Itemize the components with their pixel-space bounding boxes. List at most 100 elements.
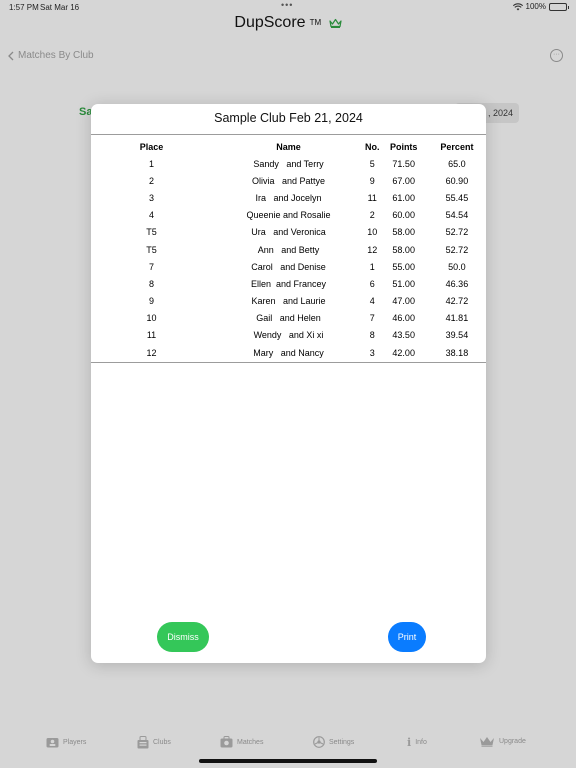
divider [91,134,486,135]
tab-settings-label: Settings [329,738,355,746]
cell-percent: 54.54 [445,210,469,221]
table-row: 4 Queenie and Rosalie 2 60.00 54.54 [91,207,486,224]
table-row: 1 Sandy and Terry 5 71.50 65.0 [91,155,486,172]
cell-no: 5 [369,158,375,169]
modal-title: Sample Club Feb 21, 2024 [214,111,363,125]
cell-place: T5 [146,227,157,238]
tab-players[interactable]: Players [46,736,86,748]
back-label: Matches By Club [18,50,94,61]
cell-place: 10 [146,313,157,324]
cell-points: 55.00 [392,261,415,272]
battery-percent: 100% [525,2,546,11]
tab-upgrade-label: Upgrade [499,738,526,745]
cell-points: 51.00 [392,278,415,289]
status-date: Sat Mar 16 [40,3,80,12]
multitask-dots-icon[interactable]: ••• [281,0,293,10]
cell-points: 42.00 [392,347,415,358]
cell-no: 4 [369,296,375,307]
tab-upgrade[interactable]: Upgrade [479,736,526,747]
back-button[interactable]: Matches By Club [8,50,94,61]
cell-percent: 46.36 [445,278,469,289]
tab-players-label: Players [63,738,87,746]
app-title-text: DupScore [234,14,306,31]
settings-icon [313,736,325,748]
cell-no: 11 [367,192,377,203]
cell-name: Carol and Denise [251,261,326,272]
cell-points: 67.00 [392,175,415,186]
table-header-row: Place Name No. Points Percent [91,138,486,155]
status-right: 100% [512,2,569,11]
battery-icon [549,2,569,11]
cell-no: 9 [369,175,375,186]
cell-points: 60.00 [392,210,415,221]
print-button[interactable]: Print [388,622,426,652]
info-icon: i [407,736,412,749]
tab-info[interactable]: i Info [407,736,427,749]
home-indicator[interactable] [199,759,377,763]
cell-percent: 55.45 [445,192,469,203]
cell-place: 2 [148,175,154,186]
cell-no: 12 [367,244,378,255]
header-place: Place [139,141,164,152]
cell-percent: 50.0 [448,261,466,272]
cell-place: 1 [148,158,154,169]
divider [91,362,486,363]
cell-points: 46.00 [392,313,415,324]
cell-percent: 52.72 [445,244,469,255]
cell-name: Sandy and Terry [253,158,324,169]
cell-name: Ura and Veronica [251,227,326,238]
cell-name: Wendy and Xi xi [253,330,324,341]
status-bar: 1:57 PM Sat Mar 16 ••• 100% [0,0,576,14]
cell-percent: 39.54 [445,330,469,341]
cell-place: 9 [148,296,154,307]
cell-percent: 41.81 [445,313,469,324]
more-options-icon[interactable]: ··· [550,49,563,62]
wifi-icon [512,2,523,10]
cell-points: 43.50 [392,330,415,341]
cell-no: 8 [369,330,375,341]
cell-percent: 38.18 [445,347,469,358]
cell-name: Karen and Laurie [251,296,326,307]
cell-no: 3 [369,347,375,358]
cell-points: 71.50 [392,158,415,169]
table-row: 10 Gail and Helen 7 46.00 41.81 [91,310,486,327]
cell-name: Queenie and Rosalie [246,210,331,221]
cell-place: 7 [148,261,154,272]
trademark-label: TM [309,18,322,28]
header-percent: Percent [440,141,474,152]
cell-place: 11 [146,330,157,341]
dismiss-button[interactable]: Dismiss [157,622,209,652]
table-row: T5 Ura and Veronica 10 58.00 52.72 [91,224,486,241]
cell-percent: 52.72 [445,227,469,238]
cell-place: 12 [146,347,157,358]
cell-name: Ira and Jocelyn [255,192,322,203]
table-row: T5 Ann and Betty 12 58.00 52.72 [91,241,486,258]
table-row: 7 Carol and Denise 1 55.00 50.0 [91,258,486,275]
cell-place: 4 [148,210,154,221]
tab-clubs[interactable]: Clubs [137,736,171,749]
clubs-icon [137,736,149,749]
cell-points: 47.00 [392,296,415,307]
tab-matches[interactable]: Matches [220,736,263,748]
table-row: 9 Karen and Laurie 4 47.00 42.72 [91,293,486,310]
crown-icon [328,18,342,28]
cell-percent: 65.0 [448,158,466,169]
cell-no: 6 [369,278,375,289]
cell-no: 10 [367,227,378,238]
app-title: DupScore TM [0,14,576,32]
upgrade-crown-icon [480,737,494,747]
cell-points: 58.00 [392,227,415,238]
cell-name: Ann and Betty [257,244,320,255]
cell-points: 61.00 [392,192,415,203]
header-points: Points [389,141,418,152]
results-modal: Sample Club Feb 21, 2024 Place Name No. … [91,104,486,663]
cell-percent: 60.90 [445,175,469,186]
cell-place: T5 [146,244,157,255]
status-time: 1:57 PM [9,3,39,12]
tab-settings[interactable]: Settings [313,736,354,748]
cell-place: 3 [148,192,154,203]
cell-percent: 42.72 [445,296,469,307]
cell-no: 7 [369,313,375,324]
table-row: 3 Ira and Jocelyn 11 61.00 55.45 [91,189,486,206]
table-row: 12 Mary and Nancy 3 42.00 38.18 [91,344,486,361]
